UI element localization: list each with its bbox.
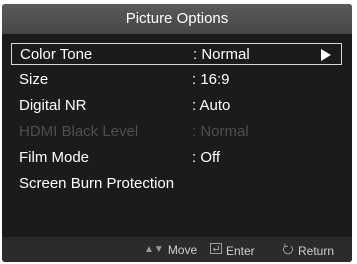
return-hint: Return	[282, 243, 334, 259]
menu-item-label: Screen Burn Protection	[19, 175, 175, 192]
return-icon	[282, 243, 294, 259]
menu-item-label: Film Mode	[19, 149, 90, 166]
up-down-icon: ▲▼	[144, 244, 164, 255]
enter-icon	[210, 243, 222, 258]
enter-label: Enter	[226, 243, 255, 258]
menu-item-film-mode[interactable]: Film Mode : Off	[11, 147, 341, 169]
arrow-right-icon	[321, 49, 331, 61]
menu-item-label: HDMI Black Level	[19, 123, 139, 140]
menu-item-value: : 16:9	[192, 71, 230, 88]
menu-item-value: : Normal	[192, 123, 249, 140]
menu-item-hdmi-black-level: HDMI Black Level : Normal	[11, 121, 341, 143]
menu-item-digital-nr[interactable]: Digital NR : Auto	[11, 95, 341, 117]
navigation-hints: ▲▼ Move Enter Return	[2, 237, 352, 262]
move-label: Move	[167, 243, 198, 257]
enter-hint: Enter	[210, 243, 255, 258]
menu-title: Picture Options	[2, 4, 352, 34]
return-label: Return	[298, 244, 335, 258]
picture-options-menu: Picture Options Color Tone : Normal Size…	[2, 4, 352, 262]
menu-item-label: Size	[19, 71, 49, 88]
menu-item-label: Digital NR	[19, 97, 87, 114]
menu-item-value: : Off	[192, 149, 221, 166]
menu-item-color-tone[interactable]: Color Tone : Normal	[11, 43, 342, 65]
menu-list: Color Tone : Normal Size : 16:9 Digital …	[2, 34, 352, 237]
menu-item-size[interactable]: Size : 16:9	[11, 69, 341, 91]
menu-item-label: Color Tone	[20, 46, 93, 63]
move-hint: ▲▼ Move	[144, 243, 197, 257]
menu-item-value: : Auto	[192, 97, 231, 114]
menu-item-screen-burn-protection[interactable]: Screen Burn Protection	[11, 173, 341, 195]
menu-item-value: : Normal	[193, 46, 250, 63]
